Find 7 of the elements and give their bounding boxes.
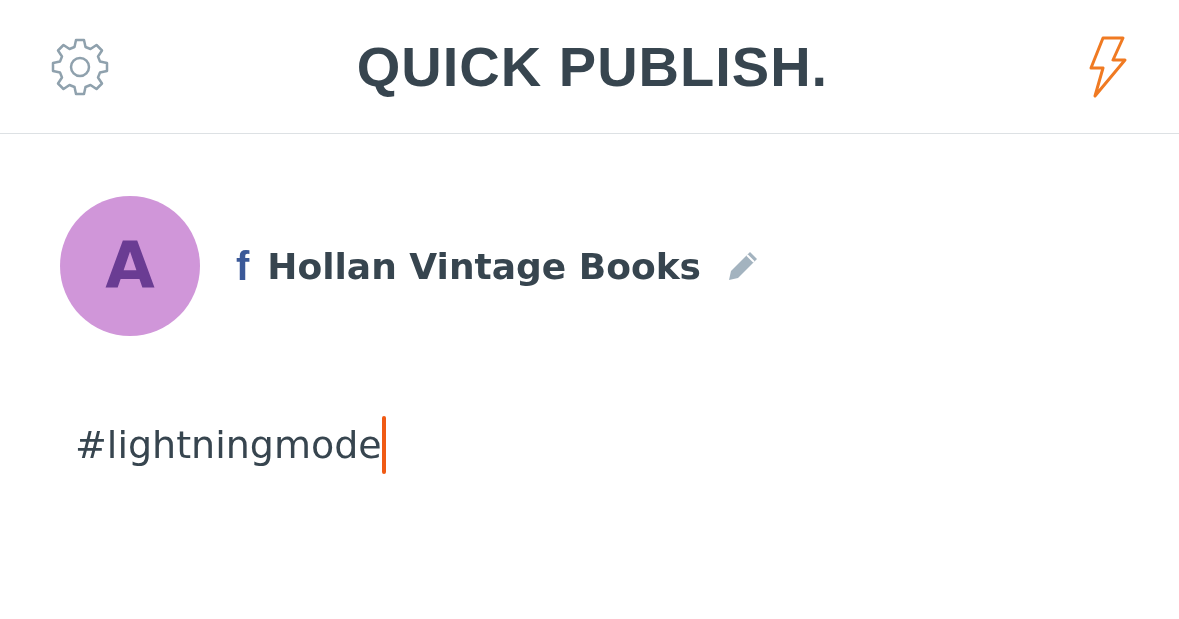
account-name: Hollan Vintage Books [267, 245, 701, 287]
app-title: QUICK PUBLISH. [356, 34, 829, 99]
settings-icon[interactable] [50, 36, 110, 97]
lightning-icon[interactable] [1087, 35, 1127, 98]
post-field[interactable]: #lightningmode [75, 416, 386, 474]
facebook-icon: f [236, 243, 250, 289]
avatar: A [60, 196, 200, 336]
